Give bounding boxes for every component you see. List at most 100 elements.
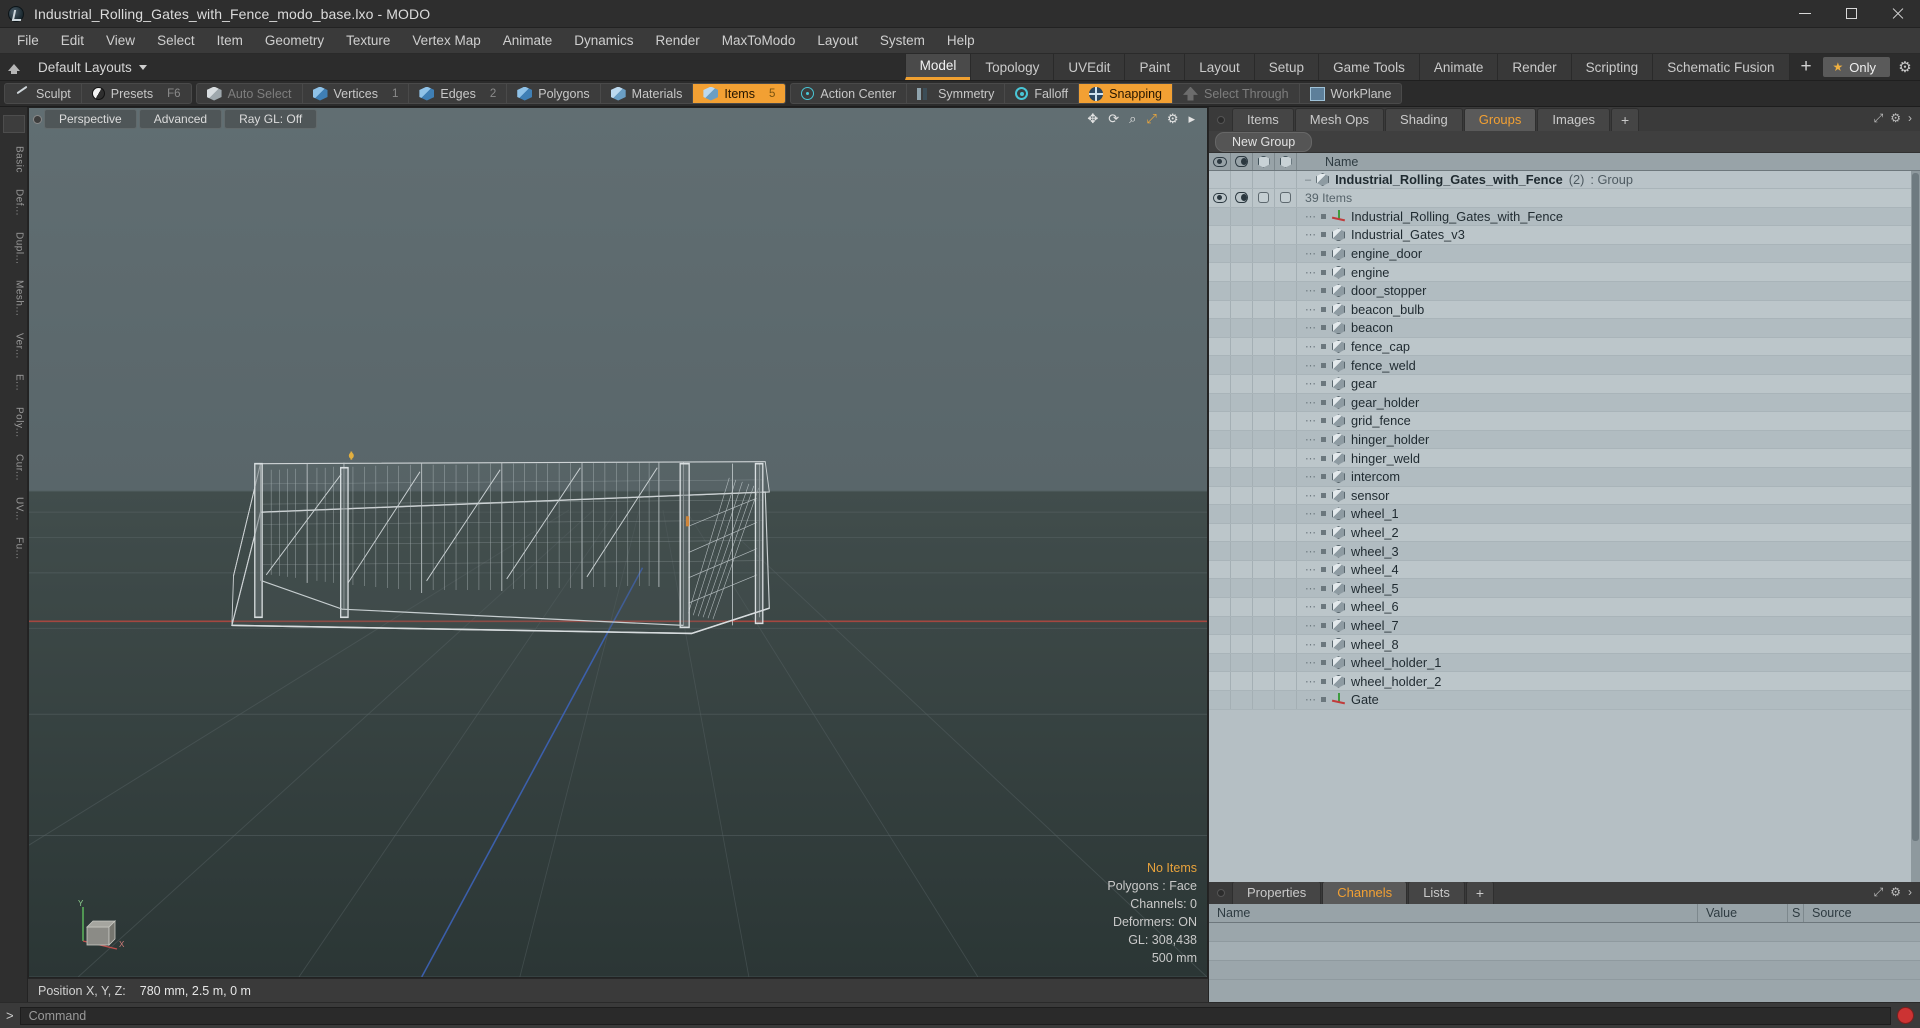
- row-shading-cell[interactable]: [1231, 244, 1253, 263]
- row-lock-cell[interactable]: [1253, 430, 1275, 449]
- tree-item-row[interactable]: ⋯ wheel_8: [1209, 635, 1920, 654]
- tree-item-row[interactable]: ⋯ fence_cap: [1209, 337, 1920, 357]
- row-render-cell[interactable]: [1275, 691, 1297, 709]
- falloff-button[interactable]: Falloff: [1005, 84, 1080, 103]
- menu-item-render[interactable]: Render: [645, 28, 711, 54]
- bottom-panel-tab-lists[interactable]: Lists: [1408, 881, 1465, 904]
- row-lock-cell[interactable]: [1253, 319, 1275, 337]
- tree-node-dot[interactable]: [1321, 362, 1326, 368]
- menu-item-help[interactable]: Help: [936, 28, 986, 54]
- row-shading-cell[interactable]: [1231, 486, 1253, 505]
- tree-node-dot[interactable]: [1321, 622, 1326, 628]
- row-lock-cell[interactable]: [1253, 560, 1275, 579]
- layout-up-arrow-icon[interactable]: [0, 54, 28, 80]
- layout-tab-animate[interactable]: Animate: [1418, 54, 1498, 80]
- row-render-cell[interactable]: [1275, 207, 1297, 226]
- record-icon[interactable]: [1897, 1007, 1914, 1024]
- tree-scrollbar[interactable]: [1911, 171, 1920, 882]
- vertices-button[interactable]: Vertices 1: [303, 84, 410, 103]
- tree-node-dot[interactable]: [1321, 325, 1326, 331]
- layout-tab-game-tools[interactable]: Game Tools: [1318, 54, 1419, 80]
- viewport-tab-advanced[interactable]: Advanced: [138, 109, 223, 129]
- tree-node-dot[interactable]: [1321, 399, 1326, 405]
- row-shading-cell[interactable]: [1231, 505, 1253, 523]
- row-render-cell[interactable]: [1275, 374, 1297, 393]
- right-panel-tab-shading[interactable]: Shading: [1385, 108, 1463, 131]
- row-render-cell[interactable]: [1275, 635, 1297, 653]
- zoom-icon[interactable]: ⌕: [1129, 111, 1136, 127]
- move-icon[interactable]: ✥: [1087, 111, 1098, 127]
- row-lock-cell[interactable]: [1253, 244, 1275, 263]
- tree-node-dot[interactable]: [1321, 585, 1326, 591]
- expand-icon[interactable]: ⤢: [1874, 885, 1884, 900]
- tree-node-dot[interactable]: [1321, 474, 1326, 480]
- tree-item-row[interactable]: ⋯ wheel_1: [1209, 505, 1920, 524]
- row-visibility-cell[interactable]: [1209, 356, 1231, 374]
- row-lock-cell[interactable]: [1253, 598, 1275, 616]
- row-visibility-cell[interactable]: [1209, 505, 1231, 523]
- row-lock-cell[interactable]: [1253, 300, 1275, 319]
- row-render-cell[interactable]: [1275, 337, 1297, 356]
- tree-node-dot[interactable]: [1321, 511, 1326, 517]
- right-panel-tab-mesh-ops[interactable]: Mesh Ops: [1294, 108, 1385, 131]
- row-visibility-cell[interactable]: [1209, 430, 1231, 449]
- row-shading-cell[interactable]: [1231, 579, 1253, 598]
- rotate-icon[interactable]: ⟳: [1108, 111, 1119, 127]
- left-strip-toggle[interactable]: [2, 115, 25, 133]
- tree-item-row[interactable]: ⋯ engine_door: [1209, 244, 1920, 264]
- menu-item-view[interactable]: View: [95, 28, 146, 54]
- row-shading-cell[interactable]: [1231, 300, 1253, 319]
- row-visibility-cell[interactable]: [1209, 542, 1231, 560]
- tree-node-dot[interactable]: [1321, 697, 1326, 703]
- only-toggle-button[interactable]: ★ Only: [1822, 57, 1890, 77]
- expand-icon[interactable]: ⤢: [1874, 111, 1884, 126]
- row-lock-cell[interactable]: [1253, 653, 1275, 672]
- row-lock-cell[interactable]: [1253, 486, 1275, 505]
- right-panel-tab-groups[interactable]: Groups: [1463, 108, 1537, 131]
- layout-tab-render[interactable]: Render: [1497, 54, 1571, 80]
- sculpt-button[interactable]: Sculpt: [5, 84, 82, 103]
- row-lock-cell[interactable]: [1253, 281, 1275, 300]
- row-render-cell[interactable]: [1275, 467, 1297, 486]
- row-lock-cell[interactable]: [1253, 374, 1275, 393]
- tree-item-row[interactable]: ⋯ wheel_holder_1: [1209, 653, 1920, 673]
- tree-node-dot[interactable]: [1321, 567, 1326, 573]
- row-visibility-cell[interactable]: [1209, 171, 1231, 188]
- layout-tab-scripting[interactable]: Scripting: [1570, 54, 1653, 80]
- tree-node-dot[interactable]: [1321, 269, 1326, 275]
- row-visibility-cell[interactable]: [1209, 244, 1231, 263]
- row-render-cell[interactable]: [1275, 244, 1297, 263]
- row-render-cell[interactable]: [1275, 393, 1297, 412]
- row-render-cell[interactable]: [1275, 356, 1297, 374]
- menu-item-file[interactable]: File: [6, 28, 50, 54]
- row-render-cell[interactable]: [1275, 579, 1297, 598]
- row-visibility-cell[interactable]: [1209, 672, 1231, 691]
- tree-node-dot[interactable]: [1321, 660, 1326, 666]
- column-shading[interactable]: [1231, 153, 1253, 170]
- row-visibility-cell[interactable]: [1209, 226, 1231, 244]
- row-lock-cell[interactable]: [1253, 189, 1275, 207]
- row-shading-cell[interactable]: [1231, 635, 1253, 653]
- tree-node-dot[interactable]: [1321, 529, 1326, 535]
- right-panel-tab-images[interactable]: Images: [1537, 108, 1611, 131]
- menu-item-texture[interactable]: Texture: [335, 28, 401, 54]
- row-lock-cell[interactable]: [1253, 579, 1275, 598]
- row-shading-cell[interactable]: [1231, 374, 1253, 393]
- row-lock-cell[interactable]: [1253, 171, 1275, 188]
- row-render-cell[interactable]: [1275, 319, 1297, 337]
- row-shading-cell[interactable]: [1231, 226, 1253, 244]
- command-input[interactable]: Command: [19, 1006, 1891, 1025]
- tree-item-row[interactable]: ⋯ door_stopper: [1209, 281, 1920, 301]
- chevron-right-icon[interactable]: ›: [1908, 885, 1912, 900]
- tree-node-dot[interactable]: [1321, 548, 1326, 554]
- left-strip-item-9[interactable]: Fu...: [3, 530, 25, 567]
- viewport-tab-raygl[interactable]: Ray GL: Off: [224, 109, 318, 129]
- tree-item-row[interactable]: ⋯ gear: [1209, 374, 1920, 394]
- tree-node-dot[interactable]: [1321, 641, 1326, 647]
- layout-tab-topology[interactable]: Topology: [970, 54, 1054, 80]
- menu-item-layout[interactable]: Layout: [806, 28, 869, 54]
- column-render[interactable]: [1275, 153, 1297, 170]
- row-render-cell[interactable]: [1275, 226, 1297, 244]
- row-render-cell[interactable]: [1275, 430, 1297, 449]
- row-visibility-cell[interactable]: [1209, 281, 1231, 300]
